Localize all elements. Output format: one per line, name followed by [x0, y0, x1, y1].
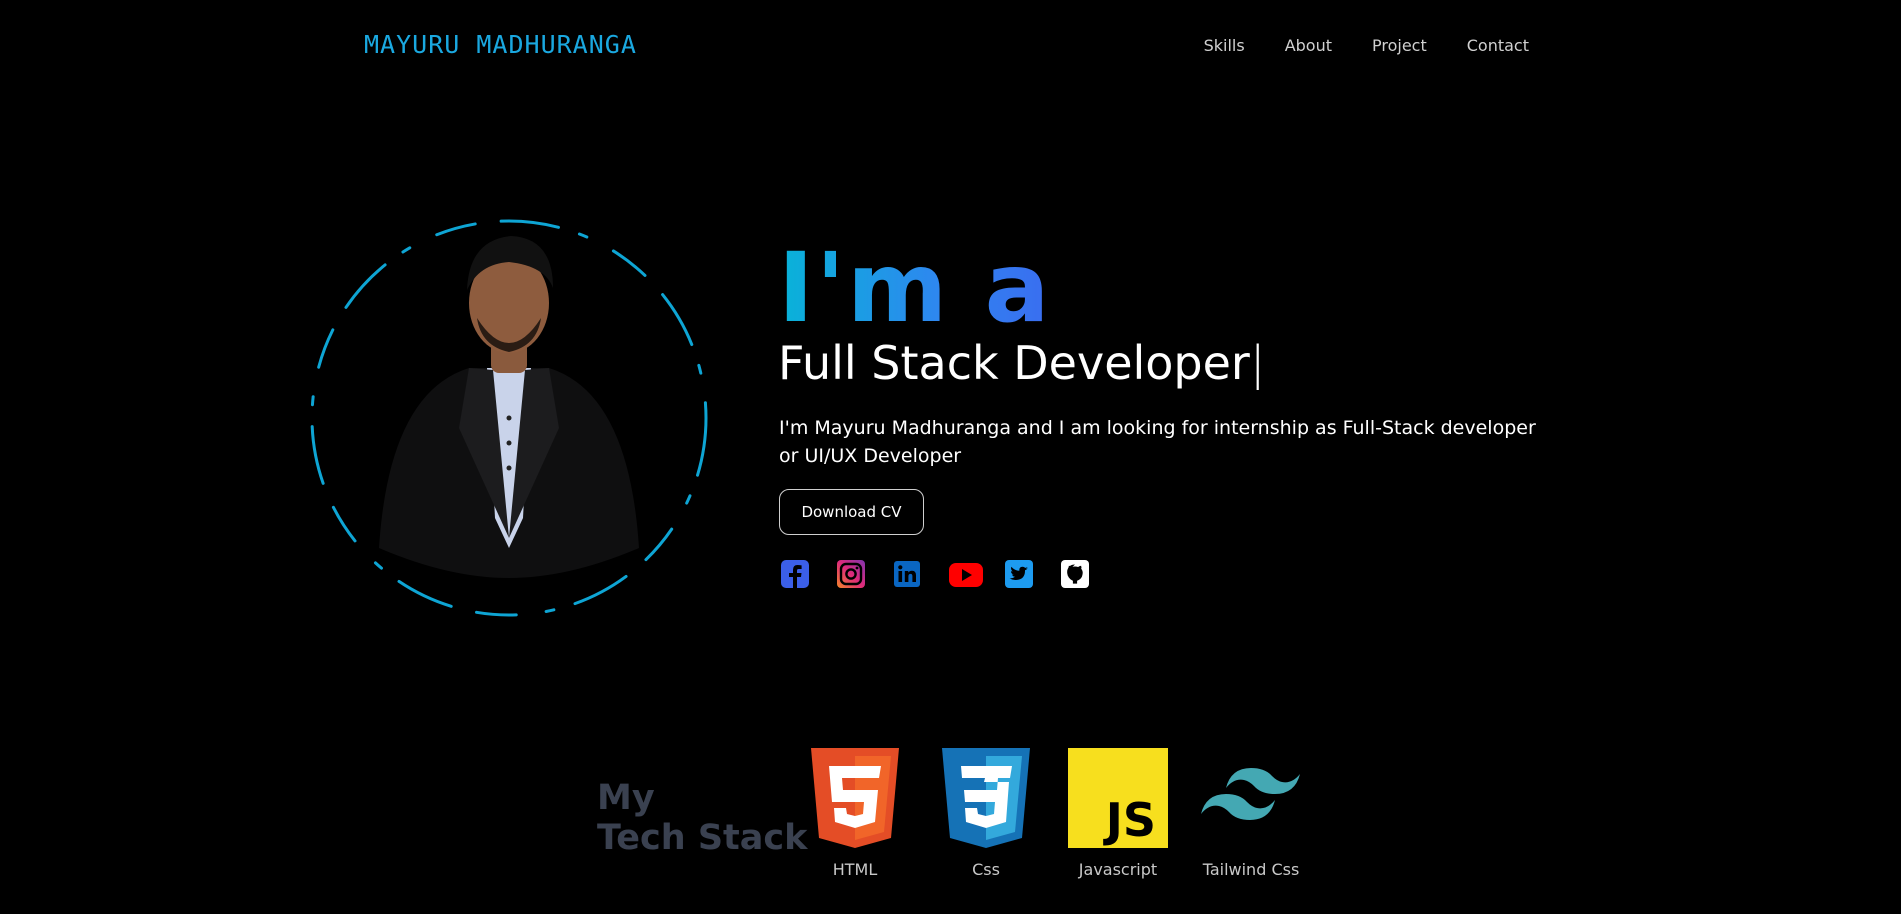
tech-item-html: HTML [805, 748, 905, 879]
typing-cursor: | [1249, 336, 1266, 390]
download-cv-button[interactable]: Download CV [779, 489, 924, 535]
tech-stack-title-line2: Tech Stack [597, 818, 808, 858]
nav-link-skills[interactable]: Skills [1204, 36, 1245, 55]
tech-label-html: HTML [832, 860, 878, 879]
instagram-icon [837, 560, 865, 588]
linkedin-link[interactable] [892, 558, 948, 590]
site-logo[interactable]: MAYURU MADHURANGA [364, 30, 637, 59]
linkedin-icon [894, 561, 920, 587]
css3-icon [942, 748, 1030, 848]
tailwind-icon [1201, 768, 1300, 820]
html5-icon [811, 748, 899, 848]
github-icon [1061, 560, 1089, 588]
facebook-link[interactable] [780, 558, 836, 590]
svg-text:JS: JS [1103, 793, 1156, 847]
hero-role-text: Full Stack Developer [778, 336, 1250, 390]
twitter-link[interactable] [1004, 558, 1060, 590]
github-link[interactable] [1060, 558, 1116, 590]
tech-stack-title: My Tech Stack [597, 778, 807, 858]
hero-role: Full Stack Developer| [778, 338, 1265, 389]
hero-description: I'm Mayuru Madhuranga and I am looking f… [779, 417, 1536, 467]
facebook-icon [781, 560, 809, 588]
tech-stack-title-line1: My [597, 778, 655, 818]
tech-item-tailwind: Tailwind Css [1198, 748, 1304, 879]
tech-item-javascript: JS Javascript [1068, 748, 1168, 879]
instagram-link[interactable] [836, 558, 892, 590]
profile-portrait [309, 218, 709, 618]
social-links [780, 558, 1116, 590]
main-nav: Skills About Project Contact [1204, 36, 1529, 55]
nav-link-contact[interactable]: Contact [1467, 36, 1529, 55]
hero-greeting: I'm a [778, 232, 1052, 344]
nav-link-about[interactable]: About [1285, 36, 1332, 55]
tech-label-javascript: Javascript [1078, 860, 1158, 879]
youtube-link[interactable] [948, 558, 1004, 590]
javascript-icon: JS [1068, 748, 1168, 848]
tech-item-css: Css [936, 748, 1036, 879]
nav-link-project[interactable]: Project [1372, 36, 1427, 55]
tech-label-tailwind: Tailwind Css [1202, 860, 1300, 879]
youtube-icon [949, 563, 983, 587]
twitter-icon [1005, 560, 1033, 588]
tech-label-css: Css [972, 860, 1000, 879]
